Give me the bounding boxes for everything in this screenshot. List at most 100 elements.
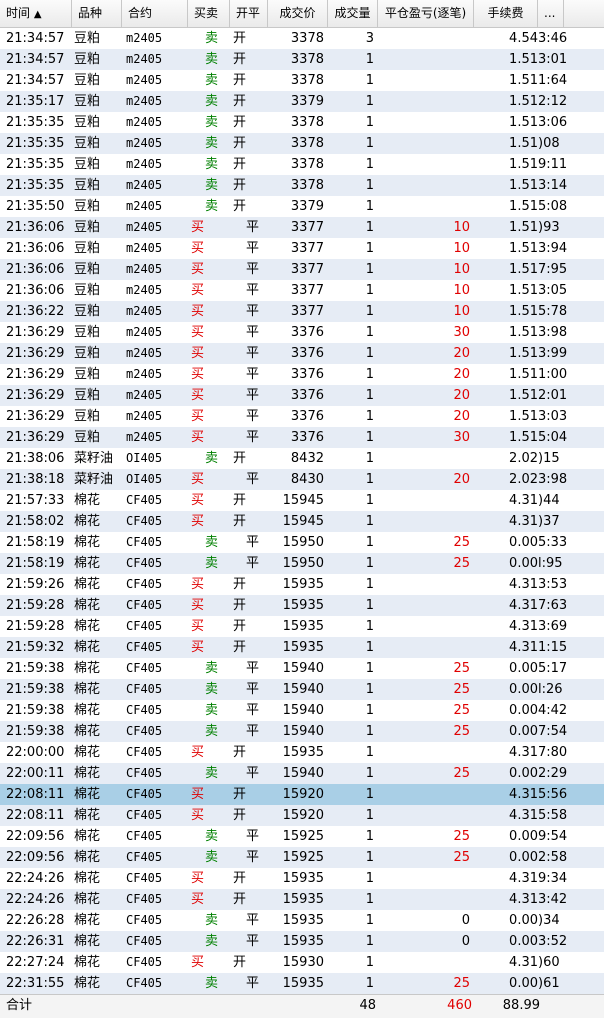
table-row[interactable]: 21:59:38 棉花 CF405 卖 平 15940 1 25 0.00 5:17 <box>0 658 604 679</box>
table-row[interactable]: 21:36:29 豆粕 m2405 买 平 3376 1 20 1.51 2:01 <box>0 385 604 406</box>
table-row[interactable]: 21:36:06 豆粕 m2405 买 平 3377 1 10 1.51 3:94 <box>0 238 604 259</box>
table-row[interactable]: 21:59:38 棉花 CF405 卖 平 15940 1 25 0.00 7:54 <box>0 721 604 742</box>
table-row[interactable]: 22:00:11 棉花 CF405 卖 平 15940 1 25 0.00 2:29 <box>0 763 604 784</box>
table-row[interactable]: 22:24:26 棉花 CF405 买 开 15935 1 4.31 9:34 <box>0 868 604 889</box>
cell-side: 买 <box>191 955 205 970</box>
table-row[interactable]: 22:00:00 棉花 CF405 买 开 15935 1 4.31 7:80 <box>0 742 604 763</box>
cell-time: 22:09:56 <box>6 829 65 844</box>
table-row[interactable]: 21:58:02 棉花 CF405 买 开 15945 1 4.31)37 <box>0 511 604 532</box>
table-row[interactable]: 21:34:57 豆粕 m2405 卖开 3378 1 1.51 3:01 <box>0 49 604 70</box>
cell-volume: 1 <box>365 556 374 571</box>
cell-volume: 3 <box>365 31 374 46</box>
column-header-more[interactable]: ... <box>538 0 564 27</box>
table-row[interactable]: 22:26:28 棉花 CF405 卖 平 15935 1 0 0.00)34 <box>0 910 604 931</box>
table-row[interactable]: 21:59:32 棉花 CF405 买 开 15935 1 4.31 1:15 <box>0 637 604 658</box>
cell-fee-overflow: 3:69 <box>538 619 568 634</box>
table-row[interactable]: 21:36:06 豆粕 m2405 买 平 3377 1 10 1.51 7:95 <box>0 259 604 280</box>
table-row[interactable]: 21:58:19 棉花 CF405 卖 平 15950 1 25 0.00 l:95 <box>0 553 604 574</box>
cell-pnl: 25 <box>453 766 470 781</box>
table-row[interactable]: 22:31:55 棉花 CF405 卖 平 15935 1 25 0.00)61 <box>0 973 604 994</box>
cell-time: 21:59:38 <box>6 724 65 739</box>
cell-volume: 1 <box>365 808 374 823</box>
column-header-open-close[interactable]: 开平 <box>230 0 268 27</box>
table-row[interactable]: 22:08:11 棉花 CF405 买 开 15920 1 4.31 5:58 <box>0 805 604 826</box>
cell-product: 豆粕 <box>74 73 101 88</box>
table-row[interactable]: 21:59:28 棉花 CF405 买 开 15935 1 4.31 3:69 <box>0 616 604 637</box>
table-row[interactable]: 21:38:18 菜籽油 OI405 买 平 8430 1 20 2.02 3:98 <box>0 469 604 490</box>
table-row[interactable]: 21:36:29 豆粕 m2405 买 平 3376 1 30 1.51 3:98 <box>0 322 604 343</box>
table-row[interactable]: 21:59:38 棉花 CF405 卖 平 15940 1 25 0.00 4:42 <box>0 700 604 721</box>
cell-side: 买 <box>191 241 205 256</box>
cell-pnl <box>378 616 474 637</box>
cell-volume: 1 <box>365 787 374 802</box>
cell-fee: 1.51 <box>509 388 538 403</box>
cell-price: 15930 <box>282 955 324 970</box>
table-row[interactable]: 21:58:19 棉花 CF405 卖 平 15950 1 25 0.00 5:33 <box>0 532 604 553</box>
column-header-time[interactable]: 时间 ▲ <box>0 0 72 27</box>
cell-side: 卖 <box>205 829 219 844</box>
table-row[interactable]: 22:09:56 棉花 CF405 卖 平 15925 1 25 0.00 9:54 <box>0 826 604 847</box>
table-row[interactable]: 22:08:11 棉花 CF405 买 开 15920 1 4.31 5:56 <box>0 784 604 805</box>
cell-time: 21:34:57 <box>6 52 65 67</box>
cell-volume: 1 <box>365 115 374 130</box>
cell-volume: 1 <box>365 934 374 949</box>
table-row[interactable]: 22:24:26 棉花 CF405 买 开 15935 1 4.31 3:42 <box>0 889 604 910</box>
table-row[interactable]: 21:38:06 菜籽油 OI405 卖开 8432 1 2.02)15 <box>0 448 604 469</box>
cell-pnl <box>378 154 474 175</box>
table-row[interactable]: 21:36:06 豆粕 m2405 买 平 3377 1 10 1.51 3:05 <box>0 280 604 301</box>
cell-side: 卖 <box>205 199 219 214</box>
table-row[interactable]: 21:35:35 豆粕 m2405 卖开 3378 1 1.51 3:14 <box>0 175 604 196</box>
column-header-price[interactable]: 成交价 <box>268 0 328 27</box>
table-row[interactable]: 21:35:35 豆粕 m2405 卖开 3378 1 1.51)08 <box>0 133 604 154</box>
cell-contract: m2405 <box>126 430 163 444</box>
cell-contract: m2405 <box>126 409 163 423</box>
cell-price: 8430 <box>290 472 324 487</box>
cell-fee: 1.51 <box>509 283 538 298</box>
table-row[interactable]: 21:59:38 棉花 CF405 卖 平 15940 1 25 0.00 l:26 <box>0 679 604 700</box>
cell-pnl: 20 <box>453 472 470 487</box>
cell-contract: CF405 <box>126 535 163 549</box>
cell-product: 豆粕 <box>74 199 101 214</box>
cell-open-close: 开 <box>233 136 247 151</box>
table-row[interactable]: 21:36:06 豆粕 m2405 买 平 3377 1 10 1.51)93 <box>0 217 604 238</box>
cell-side: 卖 <box>205 451 219 466</box>
table-row[interactable]: 21:34:57 豆粕 m2405 卖开 3378 3 4.54 3:46 <box>0 28 604 49</box>
cell-time: 21:59:38 <box>6 682 65 697</box>
column-header-side[interactable]: 买卖 <box>188 0 230 27</box>
column-header-fee[interactable]: 手续费 <box>474 0 538 27</box>
cell-product: 棉花 <box>74 598 101 613</box>
cell-fee: 4.31 <box>509 892 538 907</box>
cell-product: 豆粕 <box>74 115 101 130</box>
cell-open-close: 平 <box>246 703 260 718</box>
table-row[interactable]: 21:59:28 棉花 CF405 买 开 15935 1 4.31 7:63 <box>0 595 604 616</box>
column-header-contract[interactable]: 合约 <box>122 0 188 27</box>
table-row[interactable]: 21:35:17 豆粕 m2405 卖开 3379 1 1.51 2:12 <box>0 91 604 112</box>
cell-time: 21:36:29 <box>6 367 65 382</box>
table-row[interactable]: 22:27:24 棉花 CF405 买 开 15930 1 4.31)60 <box>0 952 604 973</box>
table-row[interactable]: 21:35:35 豆粕 m2405 卖开 3378 1 1.51 3:06 <box>0 112 604 133</box>
table-row[interactable]: 21:35:35 豆粕 m2405 卖开 3378 1 1.51 9:11 <box>0 154 604 175</box>
table-row[interactable]: 22:26:31 棉花 CF405 卖 平 15935 1 0 0.00 3:52 <box>0 931 604 952</box>
table-row[interactable]: 21:36:29 豆粕 m2405 买 平 3376 1 30 1.51 5:04 <box>0 427 604 448</box>
cell-volume: 1 <box>365 577 374 592</box>
table-row[interactable]: 21:36:29 豆粕 m2405 买 平 3376 1 20 1.51 1:00 <box>0 364 604 385</box>
table-row[interactable]: 22:09:56 棉花 CF405 卖 平 15925 1 25 0.00 2:58 <box>0 847 604 868</box>
footer-total-fee: 88.99 <box>502 998 540 1013</box>
table-row[interactable]: 21:36:29 豆粕 m2405 买 平 3376 1 20 1.51 3:03 <box>0 406 604 427</box>
table-row[interactable]: 21:36:29 豆粕 m2405 买 平 3376 1 20 1.51 3:99 <box>0 343 604 364</box>
column-header-volume[interactable]: 成交量 <box>328 0 378 27</box>
cell-product: 棉花 <box>74 766 101 781</box>
table-row[interactable]: 21:35:50 豆粕 m2405 卖开 3379 1 1.51 5:08 <box>0 196 604 217</box>
table-row[interactable]: 21:57:33 棉花 CF405 买 开 15945 1 4.31)44 <box>0 490 604 511</box>
cell-time: 21:34:57 <box>6 73 65 88</box>
cell-price: 15935 <box>282 577 324 592</box>
column-header-pnl[interactable]: 平仓盈亏(逐笔) <box>378 0 474 27</box>
table-row[interactable]: 21:34:57 豆粕 m2405 卖开 3378 1 1.51 1:64 <box>0 70 604 91</box>
cell-pnl: 10 <box>453 304 470 319</box>
column-header-product[interactable]: 品种 <box>72 0 122 27</box>
cell-fee-overflow: 3:01 <box>538 52 568 67</box>
cell-side: 卖 <box>205 178 219 193</box>
table-row[interactable]: 21:36:22 豆粕 m2405 买 平 3377 1 10 1.51 5:78 <box>0 301 604 322</box>
table-row[interactable]: 21:59:26 棉花 CF405 买 开 15935 1 4.31 3:53 <box>0 574 604 595</box>
cell-time: 22:08:11 <box>6 787 65 802</box>
